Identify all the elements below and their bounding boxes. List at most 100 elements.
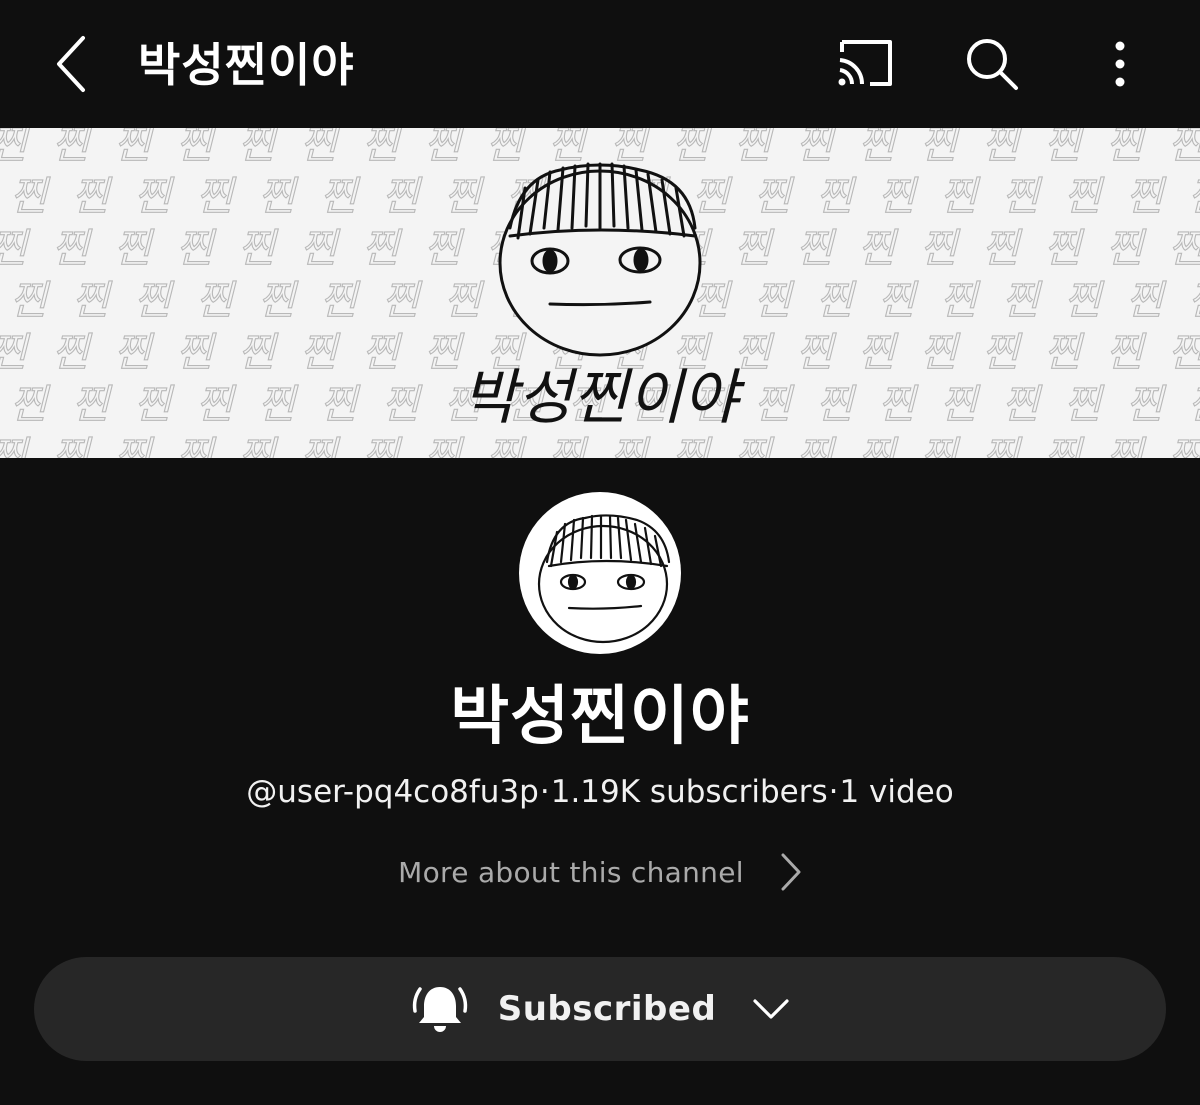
- banner-pattern-glyph: 찐: [878, 174, 919, 220]
- banner-pattern-glyph: 찐: [1188, 174, 1200, 220]
- more-about-channel-link[interactable]: More about this channel: [390, 846, 810, 898]
- banner-pattern-glyph: 찐: [858, 434, 899, 458]
- banner-pattern-glyph: 찐: [382, 174, 423, 220]
- banner-pattern-glyph: 찐: [1044, 330, 1085, 376]
- banner-pattern-glyph: 찐: [238, 226, 279, 272]
- banner-pattern-glyph: 찐: [52, 330, 93, 376]
- banner-pattern-glyph: 찐: [982, 330, 1023, 376]
- banner-pattern-glyph: 찐: [1188, 382, 1200, 428]
- banner-pattern-glyph: 찐: [1126, 174, 1167, 220]
- banner-pattern-glyph: 찐: [1064, 174, 1105, 220]
- banner-pattern-glyph: 찐: [920, 434, 961, 458]
- banner-pattern-glyph: 찐: [196, 382, 237, 428]
- banner-pattern-glyph: 찐: [816, 382, 857, 428]
- banner-pattern-glyph: 찐: [878, 278, 919, 324]
- banner-pattern-glyph: 찐: [114, 330, 155, 376]
- banner-pattern-glyph: 찐: [754, 382, 795, 428]
- banner-pattern-glyph: 찐: [176, 434, 217, 458]
- banner-pattern-glyph: 찐: [672, 128, 713, 168]
- more-options-button[interactable]: [1080, 26, 1160, 102]
- banner-pattern-glyph: 찐: [858, 226, 899, 272]
- banner-pattern-glyph: 찐: [114, 434, 155, 458]
- banner-pattern-glyph: 찐: [920, 226, 961, 272]
- banner-pattern-glyph: 찐: [424, 330, 465, 376]
- banner-pattern-glyph: 찐: [816, 174, 857, 220]
- banner-pattern-glyph: 찐: [0, 226, 31, 272]
- banner-pattern-glyph: 찐: [10, 278, 51, 324]
- search-button[interactable]: [952, 26, 1032, 102]
- subscribed-button[interactable]: Subscribed: [34, 957, 1166, 1061]
- banner-pattern-glyph: 찐: [920, 128, 961, 168]
- banner-pattern-glyph: 찐: [1106, 434, 1147, 458]
- banner-logo-text: 박성찐이야: [462, 363, 746, 433]
- more-vertical-icon: [1115, 41, 1125, 87]
- banner-pattern-glyph: 찐: [734, 128, 775, 168]
- banner-pattern-glyph: 찐: [0, 330, 31, 376]
- banner-pattern-glyph: 찐: [940, 174, 981, 220]
- bell-ringing-icon: [410, 979, 470, 1039]
- banner-pattern-glyph: 찐: [176, 330, 217, 376]
- banner-pattern-glyph: 찐: [1044, 434, 1085, 458]
- banner-pattern-glyph: 찐: [10, 382, 51, 428]
- banner-pattern-glyph: 찐: [238, 434, 279, 458]
- back-button[interactable]: [36, 26, 106, 102]
- banner-pattern-glyph: 찐: [320, 382, 361, 428]
- banner-pattern-glyph: 찐: [300, 128, 341, 168]
- banner-pattern-glyph: 찐: [692, 174, 733, 220]
- banner-pattern-glyph: 찐: [940, 278, 981, 324]
- banner-pattern-glyph: 찐: [0, 434, 31, 458]
- banner-pattern-glyph: 찐: [258, 278, 299, 324]
- banner-pattern-glyph: 찐: [878, 382, 919, 428]
- channel-meta: @user-pq4co8fu3p·1.19K subscribers·1 vid…: [0, 770, 1200, 814]
- banner-pattern-glyph: 찐: [72, 278, 113, 324]
- channel-page: 박성찐이야 찐찐찐찐찐찐찐찐 찐 찐 찐 찐 찐 찐 찐 찐 찐 찐 찐 찐 찐…: [0, 0, 1200, 1105]
- cast-icon: [838, 40, 892, 86]
- banner-pattern-glyph: 찐: [176, 226, 217, 272]
- chevron-left-icon: [57, 36, 85, 92]
- banner-pattern-glyph: 찐: [796, 434, 837, 458]
- banner-pattern-glyph: 찐: [1002, 278, 1043, 324]
- banner-pattern-glyph: 찐: [300, 434, 341, 458]
- banner-pattern-glyph: 찐: [754, 174, 795, 220]
- banner-pattern-glyph: 찐: [0, 128, 31, 168]
- banner-pattern-glyph: 찐: [548, 128, 589, 168]
- cast-button[interactable]: [824, 26, 904, 102]
- banner-pattern-glyph: 찐: [424, 434, 465, 458]
- banner-pattern-glyph: 찐: [382, 278, 423, 324]
- banner-pattern-glyph: 찐: [610, 128, 651, 168]
- banner-pattern-glyph: 찐: [362, 330, 403, 376]
- banner-pattern-glyph: 찐: [796, 330, 837, 376]
- banner-pattern-glyph: 찐: [754, 278, 795, 324]
- banner-pattern-glyph: 찐: [982, 434, 1023, 458]
- page-title: 박성찐이야: [138, 38, 355, 92]
- banner-pattern-glyph: 찐: [796, 128, 837, 168]
- banner-pattern-glyph: 찐: [134, 382, 175, 428]
- banner-pattern-glyph: 찐: [1044, 226, 1085, 272]
- banner-pattern-glyph: 찐: [444, 278, 485, 324]
- banner-pattern-glyph: 찐: [920, 330, 961, 376]
- video-count: 1 video: [839, 774, 954, 810]
- banner-artwork: 찐 찐 찐 찐 찐 찐 찐 찐 찐 찐 찐 찐 찐 찐 찐 찐 찐 찐찐 찐 찐 찐 찐 찐 찐 찐 찐 찐 찐 찐 찐 찐 찐 찐 찐찐 찐 찐 찐 찐…: [0, 128, 1200, 458]
- banner-pattern-glyph: 찐: [734, 330, 775, 376]
- banner-pattern-glyph: 찐: [1168, 434, 1200, 458]
- banner-pattern-glyph: 찐: [52, 226, 93, 272]
- banner-pattern-glyph: 찐: [1002, 382, 1043, 428]
- channel-avatar[interactable]: [519, 492, 681, 654]
- banner-pattern-glyph: 찐: [1168, 128, 1200, 168]
- banner-pattern-glyph: 찐: [238, 128, 279, 168]
- banner-pattern-glyph: 찐: [486, 434, 527, 458]
- banner-pattern-glyph: 찐: [52, 434, 93, 458]
- banner-pattern-glyph: 찐: [548, 434, 589, 458]
- separator-dot: ·: [539, 774, 550, 810]
- banner-pattern-glyph: 찐: [258, 382, 299, 428]
- banner-pattern-glyph: 찐: [982, 226, 1023, 272]
- banner-pattern-glyph: 찐: [320, 174, 361, 220]
- banner-pattern-glyph: 찐: [1064, 382, 1105, 428]
- more-about-label: More about this channel: [398, 855, 744, 889]
- banner-pattern-glyph: 찐: [320, 278, 361, 324]
- banner-pattern-glyph: 찐: [444, 174, 485, 220]
- banner-pattern-glyph: 찐: [52, 128, 93, 168]
- channel-name: 박성찐이야: [450, 680, 750, 754]
- banner-pattern-glyph: 찐: [1168, 330, 1200, 376]
- banner-pattern-glyph: 찐: [362, 128, 403, 168]
